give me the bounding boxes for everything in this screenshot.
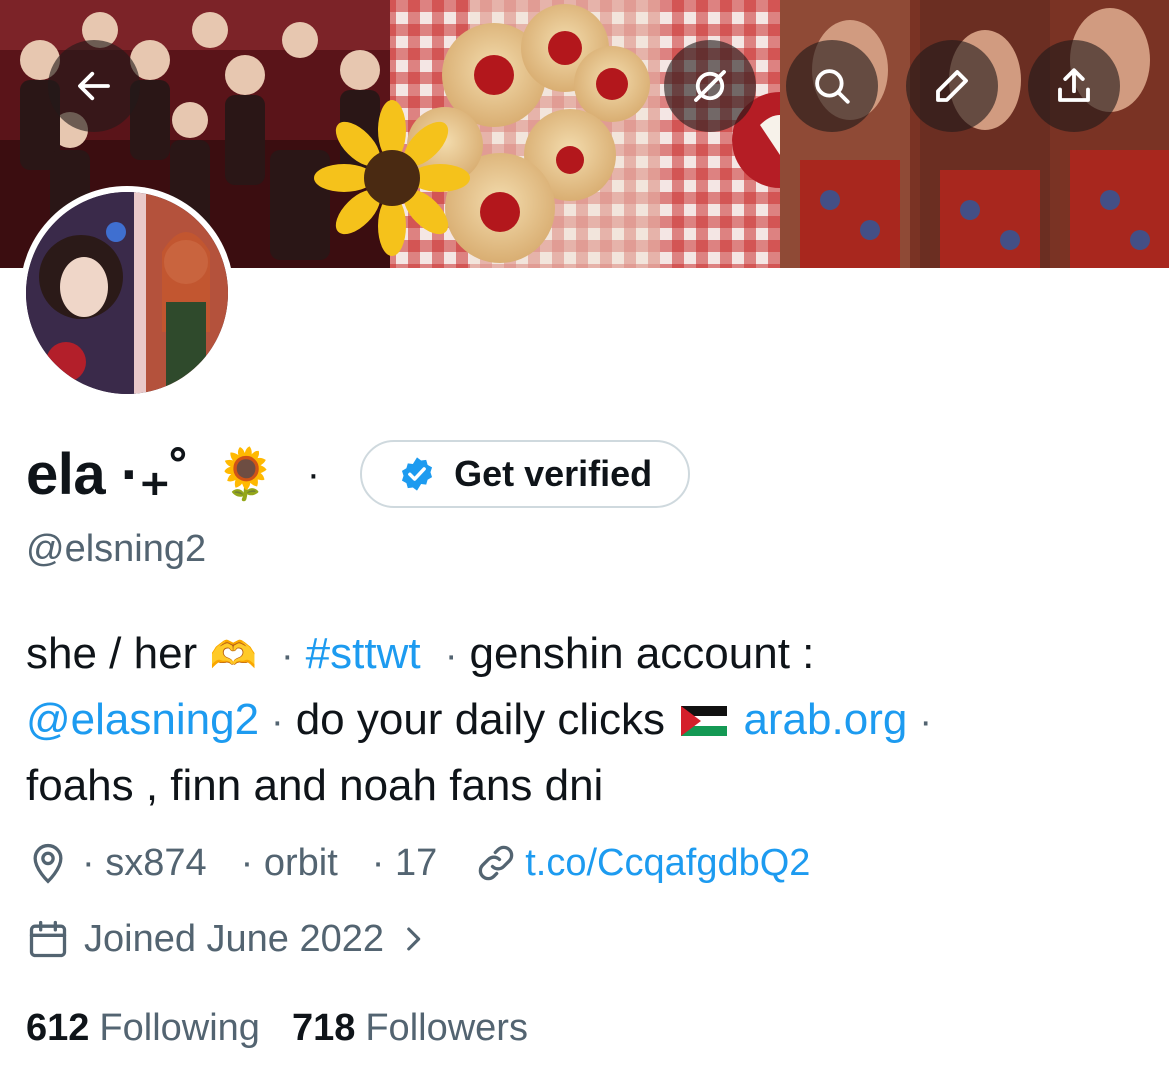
chevron-right-icon xyxy=(407,927,421,951)
bio-line-3: foahs , finn and noah fans dni xyxy=(26,761,604,810)
edit-button[interactable] xyxy=(906,40,998,132)
get-verified-label: Get verified xyxy=(454,453,653,494)
location-text-3: · 17 xyxy=(371,841,438,884)
bio-separator: · xyxy=(444,635,458,677)
hashtag-link[interactable]: #sttwt xyxy=(306,629,421,678)
followers-label: Followers xyxy=(365,1006,528,1049)
bio-separator: · xyxy=(281,635,294,677)
profile-name-row: ela ·₊˚ 🌻 · Get verified xyxy=(26,432,691,516)
joined-row[interactable]: Joined June 2022 xyxy=(26,912,430,966)
bio-text: do your daily clicks xyxy=(295,695,665,744)
profile-website-link[interactable]: t.co/CcqafgdbQ2 xyxy=(525,842,810,885)
verified-badge-icon xyxy=(402,457,433,491)
following-label: Following xyxy=(99,1006,260,1049)
pencil-icon xyxy=(936,70,968,102)
followers-link[interactable]: 718 Followers xyxy=(292,1007,528,1050)
get-verified-button[interactable]: Get verified xyxy=(360,440,691,508)
grok-icon xyxy=(694,70,726,102)
avatar-image xyxy=(26,192,228,394)
mention-link[interactable]: @elasning2 xyxy=(26,695,259,744)
profile-meta-row: · sx874 · orbit · 17 t.co/CcqafgdbQ2 xyxy=(26,836,810,890)
grok-button[interactable] xyxy=(664,40,756,132)
link-icon xyxy=(478,845,514,881)
profile-bio: she / her 🫶 · #sttwt · genshin account : @… xyxy=(26,622,1146,817)
joined-date: Joined June 2022 xyxy=(84,917,385,960)
following-link[interactable]: 612 Following xyxy=(26,1007,260,1050)
avatar[interactable] xyxy=(20,186,234,400)
name-separator: · xyxy=(306,451,321,496)
follow-stats: 612 Following 718 Followers xyxy=(26,1002,528,1054)
following-count: 612 xyxy=(26,1006,90,1049)
share-button[interactable] xyxy=(1028,40,1120,132)
location-text-2: · orbit xyxy=(240,841,338,884)
sunflower-emoji: 🌻 xyxy=(214,445,277,502)
bio-separator: · xyxy=(271,701,284,743)
palestine-flag-icon xyxy=(681,706,728,736)
search-icon xyxy=(815,69,850,104)
followers-count: 718 xyxy=(291,1006,356,1049)
bio-separator: · xyxy=(919,701,932,743)
user-handle: @elsning2 xyxy=(26,528,207,570)
bio-line-2: @elasning2 · do your daily clicks arab.org… xyxy=(26,688,1146,754)
location-pin-icon xyxy=(33,843,63,884)
bio-external-link[interactable]: arab.org xyxy=(743,695,907,744)
display-name: ela ·₊˚ xyxy=(26,442,189,507)
arrow-left-icon xyxy=(78,71,110,101)
calendar-icon xyxy=(29,920,67,958)
bio-text: genshin account : xyxy=(469,629,815,678)
share-icon xyxy=(1058,68,1090,102)
bio-text: she / her xyxy=(26,629,198,678)
search-button[interactable] xyxy=(786,40,878,132)
heart-hands-emoji: 🫶 xyxy=(209,635,257,677)
location-text: · sx874 xyxy=(82,841,207,884)
bio-line-1: she / her 🫶 · #sttwt · genshin account : xyxy=(26,622,1146,688)
back-button[interactable] xyxy=(48,40,140,132)
